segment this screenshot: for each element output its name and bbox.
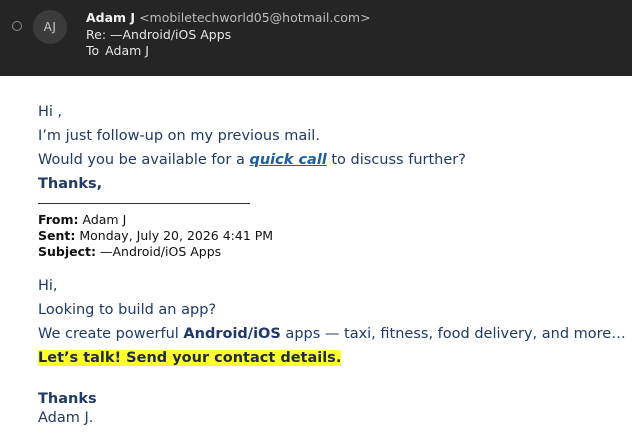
- original-name: Adam J.: [38, 410, 94, 426]
- reply-line-1: I’m just follow-up on my previous mail.: [38, 128, 320, 144]
- platform-text: Android/iOS: [183, 326, 281, 342]
- from-value: Adam J: [82, 212, 127, 227]
- subject-line: Re: —Android/iOS Apps: [86, 27, 232, 42]
- quick-call-link[interactable]: quick call: [249, 152, 326, 168]
- cta-highlight: Let’s talk! Send your contact details.: [38, 350, 342, 366]
- quoted-subject: Subject: —Android/iOS Apps: [38, 244, 221, 259]
- select-radio[interactable]: [12, 21, 22, 31]
- sender-email: <mobiletechworld05@hotmail.com>: [139, 10, 371, 25]
- email-header: AJ Adam J <mobiletechworld05@hotmail.com…: [0, 0, 632, 76]
- avatar: AJ: [33, 10, 67, 44]
- original-line-2-post: apps — taxi, fitness, food delivery, and…: [280, 326, 626, 342]
- from-label: From:: [38, 212, 79, 227]
- reply-line-2-pre: Would you be available for a: [38, 152, 250, 168]
- sender-name[interactable]: Adam J: [86, 10, 135, 25]
- subject-label: Subject:: [38, 244, 96, 259]
- sent-value: Monday, July 20, 2026 4:41 PM: [79, 228, 274, 243]
- original-line-2: We create powerful Android/iOS apps — ta…: [38, 326, 626, 342]
- sender-line: Adam J <mobiletechworld05@hotmail.com>: [86, 10, 371, 25]
- recipient-name[interactable]: Adam J: [105, 43, 149, 58]
- subject-value: —Android/iOS Apps: [99, 244, 222, 259]
- cta-line: Let’s talk! Send your contact details.: [38, 350, 342, 366]
- quoted-sent: Sent: Monday, July 20, 2026 4:41 PM: [38, 228, 273, 243]
- reply-signoff: Thanks,: [38, 176, 103, 192]
- to-label: To: [86, 43, 100, 58]
- recipient-line: To Adam J: [86, 43, 149, 58]
- divider: [38, 203, 250, 204]
- reply-line-2: Would you be available for a quick call …: [38, 152, 466, 168]
- original-thanks: Thanks: [38, 391, 97, 407]
- reply-greeting: Hi ,: [38, 104, 63, 120]
- original-greeting: Hi,: [38, 278, 58, 294]
- reply-line-2-post: to discuss further?: [326, 152, 466, 168]
- original-line-1: Looking to build an app?: [38, 302, 217, 318]
- sent-label: Sent:: [38, 228, 76, 243]
- quoted-from: From: Adam J: [38, 212, 126, 227]
- original-line-2-pre: We create powerful: [38, 326, 184, 342]
